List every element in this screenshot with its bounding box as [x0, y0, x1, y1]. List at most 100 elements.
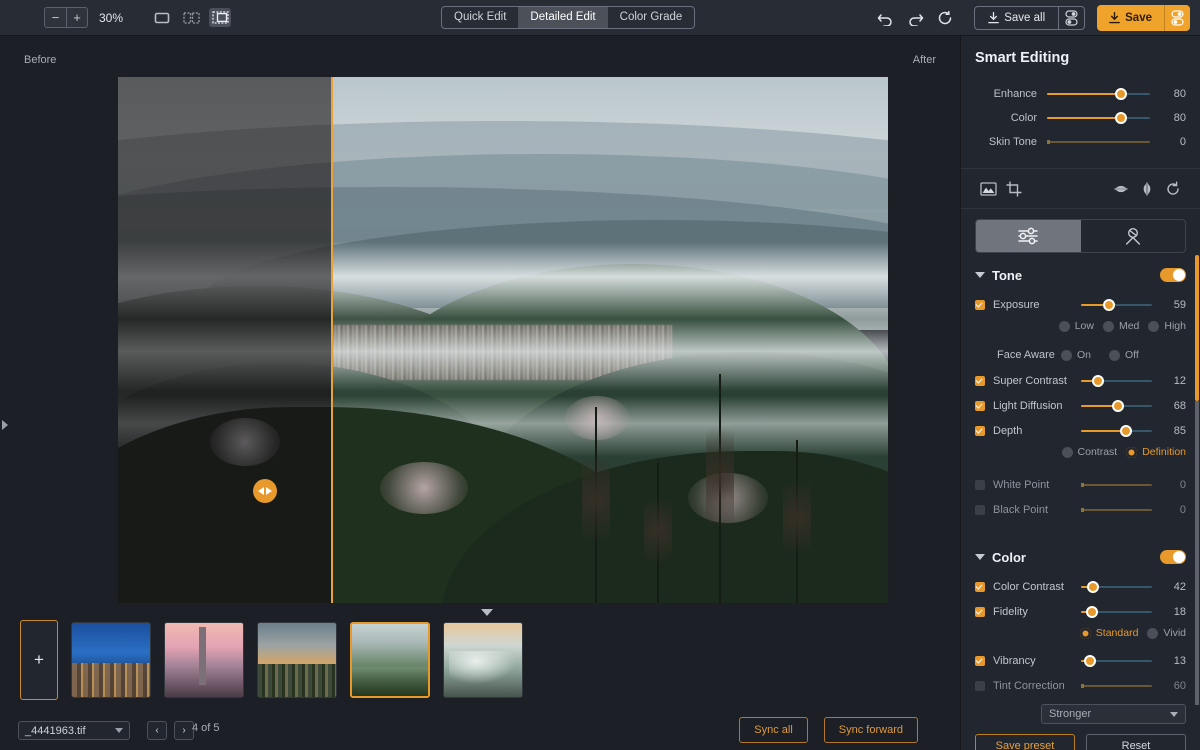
vibrancy-label: Vibrancy: [993, 655, 1071, 667]
smart-slider-row: Enhance 80: [975, 82, 1186, 106]
sync-all-button[interactable]: Sync all: [739, 717, 808, 743]
color-contrast-slider[interactable]: [1081, 580, 1152, 594]
tint-correction-checkbox[interactable]: [975, 681, 985, 691]
save-all-options-toggle[interactable]: [1058, 7, 1084, 29]
next-image-button[interactable]: ›: [174, 721, 194, 740]
split-view-icon[interactable]: [180, 8, 202, 27]
save-button[interactable]: Save: [1097, 5, 1164, 31]
vibrancy-checkbox[interactable]: [975, 656, 985, 666]
face-aware-off[interactable]: Off: [1109, 349, 1139, 361]
rotate-icon[interactable]: [1160, 176, 1186, 202]
save-all-button[interactable]: Save all: [975, 7, 1058, 29]
image-canvas: Before After: [0, 36, 960, 603]
face-aware-on-label: On: [1077, 349, 1091, 361]
zoom-controls: − + 30%: [44, 7, 231, 28]
zoom-in-button[interactable]: +: [66, 7, 88, 28]
redo-icon[interactable]: [900, 3, 930, 33]
face-aware-on[interactable]: On: [1061, 349, 1091, 361]
exposure-level-high[interactable]: High: [1148, 320, 1186, 332]
image-counter-label: 4 of 5: [192, 722, 220, 734]
depth-mode-contrast[interactable]: Contrast: [1062, 446, 1118, 458]
save-group: Save: [1097, 5, 1190, 31]
preview-image[interactable]: [118, 77, 888, 627]
flip-vertical-icon[interactable]: [1108, 176, 1134, 202]
filmstrip-collapse-caret[interactable]: [481, 609, 493, 616]
thumbnail-item[interactable]: [443, 622, 523, 698]
fidelity-mode-vivid[interactable]: Vivid: [1147, 627, 1186, 639]
file-name-dropdown[interactable]: _4441963.tif: [18, 721, 130, 740]
tone-enable-toggle[interactable]: [1160, 268, 1186, 282]
thumbnail-item[interactable]: [257, 622, 337, 698]
tint-correction-slider[interactable]: [1081, 679, 1152, 693]
super-contrast-value: 12: [1162, 375, 1186, 387]
color-section-header[interactable]: Color: [975, 542, 1186, 572]
black-point-slider[interactable]: [1081, 503, 1152, 517]
photo-icon[interactable]: [975, 176, 1001, 202]
filmstrip-footer: _4441963.tif ‹ › 4 of 5 Sync all Sync fo…: [0, 713, 960, 750]
depth-slider[interactable]: [1081, 424, 1152, 438]
tab-quick-edit[interactable]: Quick Edit: [442, 7, 518, 28]
depth-checkbox[interactable]: [975, 426, 985, 436]
edit-mode-tabs: Quick Edit Detailed Edit Color Grade: [441, 6, 695, 29]
exposure-checkbox[interactable]: [975, 300, 985, 310]
super-contrast-checkbox[interactable]: [975, 376, 985, 386]
fidelity-mode-standard[interactable]: Standard: [1080, 627, 1139, 639]
tint-correction-label: Tint Correction: [993, 680, 1071, 692]
exposure-slider[interactable]: [1081, 298, 1152, 312]
scrollbar-track[interactable]: [1195, 401, 1199, 705]
fidelity-checkbox[interactable]: [975, 607, 985, 617]
undo-icon[interactable]: [870, 3, 900, 33]
vibrancy-value: 13: [1162, 655, 1186, 667]
color-contrast-label: Color Contrast: [993, 581, 1071, 593]
light-diffusion-slider[interactable]: [1081, 399, 1152, 413]
compare-overlay-icon[interactable]: [209, 8, 231, 27]
save-options-toggle[interactable]: [1164, 5, 1190, 31]
crop-icon[interactable]: [1001, 176, 1027, 202]
smart-editing-section: Enhance 80 Color 80 Skin Tone 0: [961, 82, 1200, 169]
compare-handle-icon[interactable]: [253, 479, 277, 503]
sync-forward-button[interactable]: Sync forward: [824, 717, 918, 743]
enhance-slider[interactable]: [1047, 87, 1150, 101]
tab-color-grade[interactable]: Color Grade: [608, 7, 695, 28]
thumbnail-item[interactable]: [164, 622, 244, 698]
light-diffusion-checkbox[interactable]: [975, 401, 985, 411]
color-title: Color: [992, 550, 1026, 565]
depth-value: 85: [1162, 425, 1186, 437]
strength-select[interactable]: Stronger: [1041, 704, 1186, 724]
exposure-level-med[interactable]: Med: [1103, 320, 1139, 332]
single-view-icon[interactable]: [151, 8, 173, 27]
add-image-button[interactable]: +: [20, 620, 58, 700]
thumbnail-item[interactable]: [71, 622, 151, 698]
color-enable-toggle[interactable]: [1160, 550, 1186, 564]
toolbar-right-group: Save all Save: [870, 0, 1200, 36]
tone-section-header[interactable]: Tone: [975, 260, 1186, 290]
color-label: Color: [975, 112, 1037, 124]
white-point-checkbox[interactable]: [975, 480, 985, 490]
chevron-down-icon: [1170, 712, 1178, 717]
left-panel-expand-arrow[interactable]: [2, 420, 8, 430]
color-slider[interactable]: [1047, 111, 1150, 125]
depth-mode-definition[interactable]: Definition: [1126, 446, 1186, 458]
contrast-label: Contrast: [1078, 446, 1118, 458]
exposure-level-radios: Low Med High: [975, 315, 1186, 337]
zoom-out-button[interactable]: −: [44, 7, 66, 28]
scrollbar-thumb[interactable]: [1195, 255, 1199, 401]
flip-horizontal-icon[interactable]: [1134, 176, 1160, 202]
low-label: Low: [1075, 320, 1094, 332]
tab-detailed-edit[interactable]: Detailed Edit: [518, 7, 607, 28]
white-point-slider[interactable]: [1081, 478, 1152, 492]
reset-button[interactable]: Reset: [1086, 734, 1186, 750]
exposure-level-low[interactable]: Low: [1059, 320, 1094, 332]
black-point-row: Black Point 0: [975, 500, 1186, 520]
reset-icon[interactable]: [930, 3, 960, 33]
black-point-checkbox[interactable]: [975, 505, 985, 515]
panel-scrollbar[interactable]: [1195, 255, 1199, 705]
super-contrast-slider[interactable]: [1081, 374, 1152, 388]
thumbnail-item-selected[interactable]: [350, 622, 430, 698]
skin-tone-slider[interactable]: [1047, 135, 1150, 149]
vibrancy-slider[interactable]: [1081, 654, 1152, 668]
save-preset-button[interactable]: Save preset: [975, 734, 1075, 750]
fidelity-slider[interactable]: [1081, 605, 1152, 619]
color-contrast-checkbox[interactable]: [975, 582, 985, 592]
prev-image-button[interactable]: ‹: [147, 721, 167, 740]
